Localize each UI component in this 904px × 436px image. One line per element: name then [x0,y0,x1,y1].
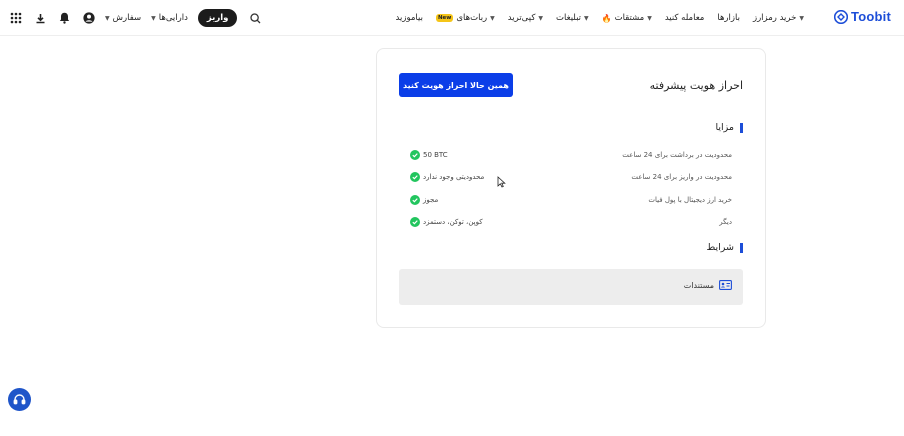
benefit-value-text: مجوز [423,196,439,204]
mouse-cursor-icon [497,176,506,188]
benefit-value-text: 50 BTC [423,151,448,159]
check-circle-icon [410,172,420,182]
benefit-row: 50 BTC محدودیت در برداشت برای 24 ساعت [410,149,732,161]
nav-learn[interactable]: بیاموزید [396,13,423,23]
nav-derivatives-label: مشتقات [614,13,645,23]
benefit-label: محدودیت در برداشت برای 24 ساعت [622,151,732,159]
support-chat-button[interactable] [8,388,31,411]
documents-box: مستندات [399,269,743,305]
headset-icon [13,394,26,405]
search-icon[interactable] [248,11,262,25]
nav-promotions-label: تبلیغات [556,13,582,23]
nav-copy-trade-label: کپی‌ترید [507,13,536,23]
check-circle-icon [410,195,420,205]
main-nav: خرید رمزارز ▼ بازارها معامله کنید 🔥 مشتق… [396,0,804,36]
section-accent-bar [740,122,743,133]
download-icon[interactable] [33,11,47,25]
nav-learn-label: بیاموزید [395,13,423,23]
bell-icon[interactable] [57,11,71,25]
nav-markets-label: بازارها [717,13,740,23]
check-circle-icon [410,217,420,227]
benefit-row: محدودیتی وجود ندارد محدودیت در واریز برا… [410,171,732,183]
nav-buy-crypto[interactable]: خرید رمزارز ▼ [753,13,804,23]
benefit-label: خرید ارز دیجیتال با پول فیات [648,196,732,204]
benefit-row: کوپن، توکن، دستمزد دیگر [410,216,732,228]
chevron-down-icon: ▼ [538,14,544,22]
benefit-value: 50 BTC [410,150,448,160]
apps-grid-icon[interactable] [9,11,23,25]
nav-promotions[interactable]: تبلیغات ▼ [556,13,589,23]
documents-label: مستندات [683,280,714,290]
header-tools: ▼ سفارش ▼ دارایی‌ها واریز [9,0,262,36]
documents-item: مستندات [684,280,732,290]
orders-menu[interactable]: ▼ سفارش [105,13,141,23]
chevron-down-icon: ▼ [105,14,110,22]
nav-bots[interactable]: New ربات‌های ▼ [435,13,495,23]
logo-text: Toobit [851,9,891,24]
conditions-heading: شرایط [706,242,743,253]
chevron-down-icon: ▼ [490,14,495,22]
nav-trade[interactable]: معامله کنید [665,13,705,23]
benefits-heading: مزایا [715,122,743,133]
deposit-button[interactable]: واریز [197,9,238,27]
benefit-value: محدودیتی وجود ندارد [410,172,484,182]
section-accent-bar [740,242,743,253]
card-title: احراز هویت پیشرفته [649,79,743,92]
chevron-down-icon: ▼ [647,14,652,22]
top-navbar: Toobit خرید رمزارز ▼ بازارها معامله کنید… [0,0,904,36]
chevron-down-icon: ▼ [151,14,156,22]
toobit-logo-icon [834,9,849,24]
conditions-heading-label: شرایط [706,242,734,253]
nav-bots-label: ربات‌های [456,13,488,23]
assets-label: دارایی‌ها [158,13,188,23]
benefit-label: دیگر [719,218,732,226]
benefit-row: مجوز خرید ارز دیجیتال با پول فیات [410,194,732,206]
benefit-value-text: کوپن، توکن، دستمزد [423,218,483,226]
toobit-logo[interactable]: Toobit [834,9,891,24]
chevron-down-icon: ▼ [584,14,589,22]
chevron-down-icon: ▼ [799,14,804,22]
id-card-icon [719,280,732,290]
check-circle-icon [410,150,420,160]
verify-now-button[interactable]: همین حالا احراز هویت کنید [399,73,513,97]
benefits-heading-label: مزایا [715,122,734,133]
advanced-verification-card: احراز هویت پیشرفته همین حالا احراز هویت … [376,48,766,328]
nav-buy-crypto-label: خرید رمزارز [752,13,797,23]
nav-markets[interactable]: بازارها [717,13,740,23]
fire-icon: 🔥 [601,13,612,23]
nav-copy-trade[interactable]: کپی‌ترید ▼ [508,13,543,23]
user-avatar-icon[interactable] [82,11,96,25]
nav-derivatives[interactable]: 🔥 مشتقات ▼ [602,13,652,23]
benefit-value: کوپن، توکن، دستمزد [410,217,483,227]
benefit-value-text: محدودیتی وجود ندارد [423,173,485,181]
new-badge: New [435,14,454,22]
benefit-label: محدودیت در واریز برای 24 ساعت [631,173,732,181]
assets-menu[interactable]: ▼ دارایی‌ها [151,13,188,23]
benefit-value: مجوز [410,195,438,205]
nav-trade-label: معامله کنید [664,13,705,23]
orders-label: سفارش [112,13,142,23]
